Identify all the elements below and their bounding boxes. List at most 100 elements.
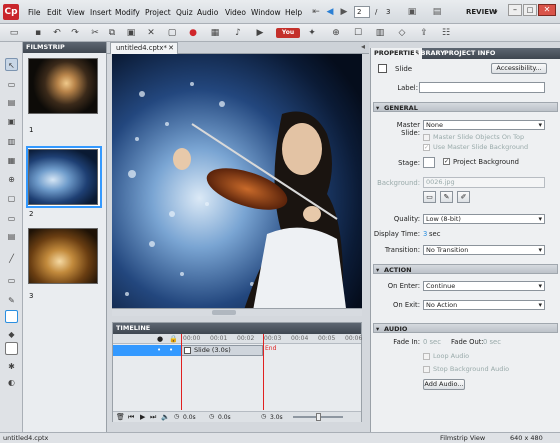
loop-audio-checkbox[interactable] — [423, 353, 430, 360]
action-section-header[interactable]: ACTION — [373, 264, 558, 275]
eyedropper-icon[interactable]: ✐ — [457, 191, 470, 203]
chevron-down-icon[interactable]: ▾ — [494, 8, 498, 16]
rollover-image-tool-icon[interactable]: ▥ — [5, 135, 18, 148]
mute-icon[interactable]: 🔈 — [161, 413, 170, 421]
pencil-tool-icon[interactable]: ✎ — [5, 294, 18, 307]
horizontal-scrollbar[interactable] — [112, 308, 362, 316]
play-icon[interactable]: ▶ — [140, 413, 145, 421]
menu-edit[interactable]: Edit — [47, 8, 62, 17]
master-objects-on-top-checkbox[interactable] — [423, 134, 430, 141]
slide-canvas[interactable] — [112, 54, 362, 316]
cut-icon[interactable]: ✂ — [89, 27, 101, 39]
next-slide-icon[interactable]: ▶ — [337, 5, 351, 19]
label-input[interactable] — [419, 82, 545, 93]
rectangle-tool-icon[interactable]: ▭ — [5, 274, 18, 287]
slide-thumbnail[interactable] — [28, 228, 98, 284]
previous-slide-icon[interactable]: ◀ — [323, 5, 337, 19]
menu-video[interactable]: Video — [225, 8, 246, 17]
save-icon[interactable]: ▪ — [32, 27, 44, 39]
stop-bg-audio-checkbox[interactable] — [423, 366, 430, 373]
publish-icon[interactable]: ⇪ — [418, 27, 430, 39]
lock-icon[interactable]: 🔒 — [169, 335, 178, 343]
master-slide-select[interactable]: None — [423, 120, 545, 130]
use-master-bg-checkbox[interactable]: ✓ — [423, 144, 430, 151]
audio-icon[interactable]: ♪ — [232, 27, 244, 39]
slide-thumbnail[interactable] — [28, 149, 98, 205]
fill-tool-icon[interactable]: ◆ — [5, 328, 18, 341]
zoom-slider-thumb[interactable] — [316, 413, 321, 421]
maximize-icon[interactable]: □ — [523, 4, 537, 16]
first-slide-icon[interactable]: ⇤ — [309, 5, 323, 19]
workspace-switcher[interactable]: REVIEW — [466, 8, 497, 16]
zoom-icon[interactable]: ⊕ — [330, 27, 342, 39]
background-field[interactable]: 0026.jpg — [423, 177, 545, 188]
on-enter-select[interactable]: Continue — [423, 281, 545, 291]
close-icon[interactable]: ✕ — [538, 4, 556, 16]
collapse-icon[interactable]: ◂ — [361, 42, 365, 51]
rollover-caption-tool-icon[interactable]: ▤ — [5, 96, 18, 109]
menu-modify[interactable]: Modify — [115, 8, 140, 17]
edit-image-icon[interactable]: ✎ — [440, 191, 453, 203]
record-slide-icon[interactable]: ● — [187, 27, 199, 39]
zoom-area-tool-icon[interactable]: ⊕ — [5, 173, 18, 186]
playhead[interactable] — [181, 334, 182, 410]
stroke-color-icon[interactable] — [5, 310, 18, 323]
fade-in-value[interactable]: 0 sec — [423, 338, 441, 346]
undo-icon[interactable]: ↶ — [51, 27, 63, 39]
slide-number-input[interactable]: 2 — [354, 6, 370, 18]
widget-icon[interactable]: ▥ — [374, 27, 386, 39]
quality-select[interactable]: Low (8-bit) — [423, 214, 545, 224]
color-swap-icon[interactable]: ◐ — [5, 376, 18, 389]
record-icon[interactable]: ▣ — [405, 5, 419, 19]
share-icon[interactable]: ☷ — [440, 27, 452, 39]
tab-project-info[interactable]: PROJECT INFO — [441, 48, 498, 59]
paste-icon[interactable]: ▣ — [125, 27, 137, 39]
slide-icon[interactable]: ▢ — [166, 27, 178, 39]
fade-out-value[interactable]: 0 sec — [483, 338, 501, 346]
highlight-box-tool-icon[interactable]: ▣ — [5, 115, 18, 128]
menu-view[interactable]: View — [67, 8, 85, 17]
timeline-slide-bar[interactable]: Slide (3.0s) — [181, 345, 263, 356]
menu-insert[interactable]: Insert — [90, 8, 112, 17]
on-exit-select[interactable]: No Action — [423, 300, 545, 310]
accessibility-button[interactable]: Accessibility... — [491, 63, 547, 74]
menu-help[interactable]: Help — [285, 8, 302, 17]
display-time-value[interactable]: 3 — [423, 230, 427, 238]
audio-section-header[interactable]: AUDIO — [373, 323, 558, 334]
transition-select[interactable]: No Transition — [423, 245, 545, 255]
video-icon[interactable]: ▶ — [254, 27, 266, 39]
project-background-checkbox[interactable]: ✓ — [443, 158, 450, 165]
end-marker[interactable] — [263, 334, 264, 410]
menu-project[interactable]: Project — [145, 8, 171, 17]
menu-audio[interactable]: Audio — [197, 8, 218, 17]
effects-tool-icon[interactable]: ✱ — [5, 360, 18, 373]
minimize-icon[interactable]: – — [508, 4, 522, 16]
text-entry-tool-icon[interactable]: ▤ — [5, 230, 18, 243]
copy-icon[interactable]: ⧉ — [106, 27, 118, 39]
fill-color-icon[interactable] — [5, 342, 18, 355]
image-icon[interactable]: ▦ — [209, 27, 221, 39]
add-audio-button[interactable]: Add Audio... — [423, 379, 465, 390]
new-icon[interactable]: ▭ — [8, 27, 20, 39]
button-tool-icon[interactable]: ▭ — [5, 212, 18, 225]
scrollbar-thumb[interactable] — [212, 310, 236, 315]
visibility-dot-icon[interactable]: • — [157, 346, 161, 354]
preview-icon[interactable]: ▤ — [430, 5, 444, 19]
lock-dot-icon[interactable]: • — [169, 346, 173, 354]
eye-icon[interactable]: ● — [157, 335, 163, 343]
step-icon[interactable]: ⏭ — [150, 413, 156, 422]
browse-folder-icon[interactable]: ▭ — [423, 191, 436, 203]
animation-icon[interactable]: ✦ — [306, 27, 318, 39]
selection-tool-icon[interactable]: ↖ — [5, 58, 18, 71]
timeline-layer-row[interactable]: • • — [113, 345, 181, 356]
rewind-icon[interactable]: ⏮ — [128, 413, 134, 422]
stage-color-swatch[interactable] — [423, 157, 435, 168]
slide-thumbnail[interactable] — [28, 58, 98, 114]
menu-quiz[interactable]: Quiz — [176, 8, 193, 17]
close-tab-icon[interactable]: ✕ — [168, 43, 174, 54]
delete-icon[interactable]: ✕ — [145, 27, 157, 39]
menu-window[interactable]: Window — [251, 8, 281, 17]
shape-icon[interactable]: ◇ — [396, 27, 408, 39]
text-caption-tool-icon[interactable]: ▭ — [5, 78, 18, 91]
menu-file[interactable]: File — [28, 8, 41, 17]
